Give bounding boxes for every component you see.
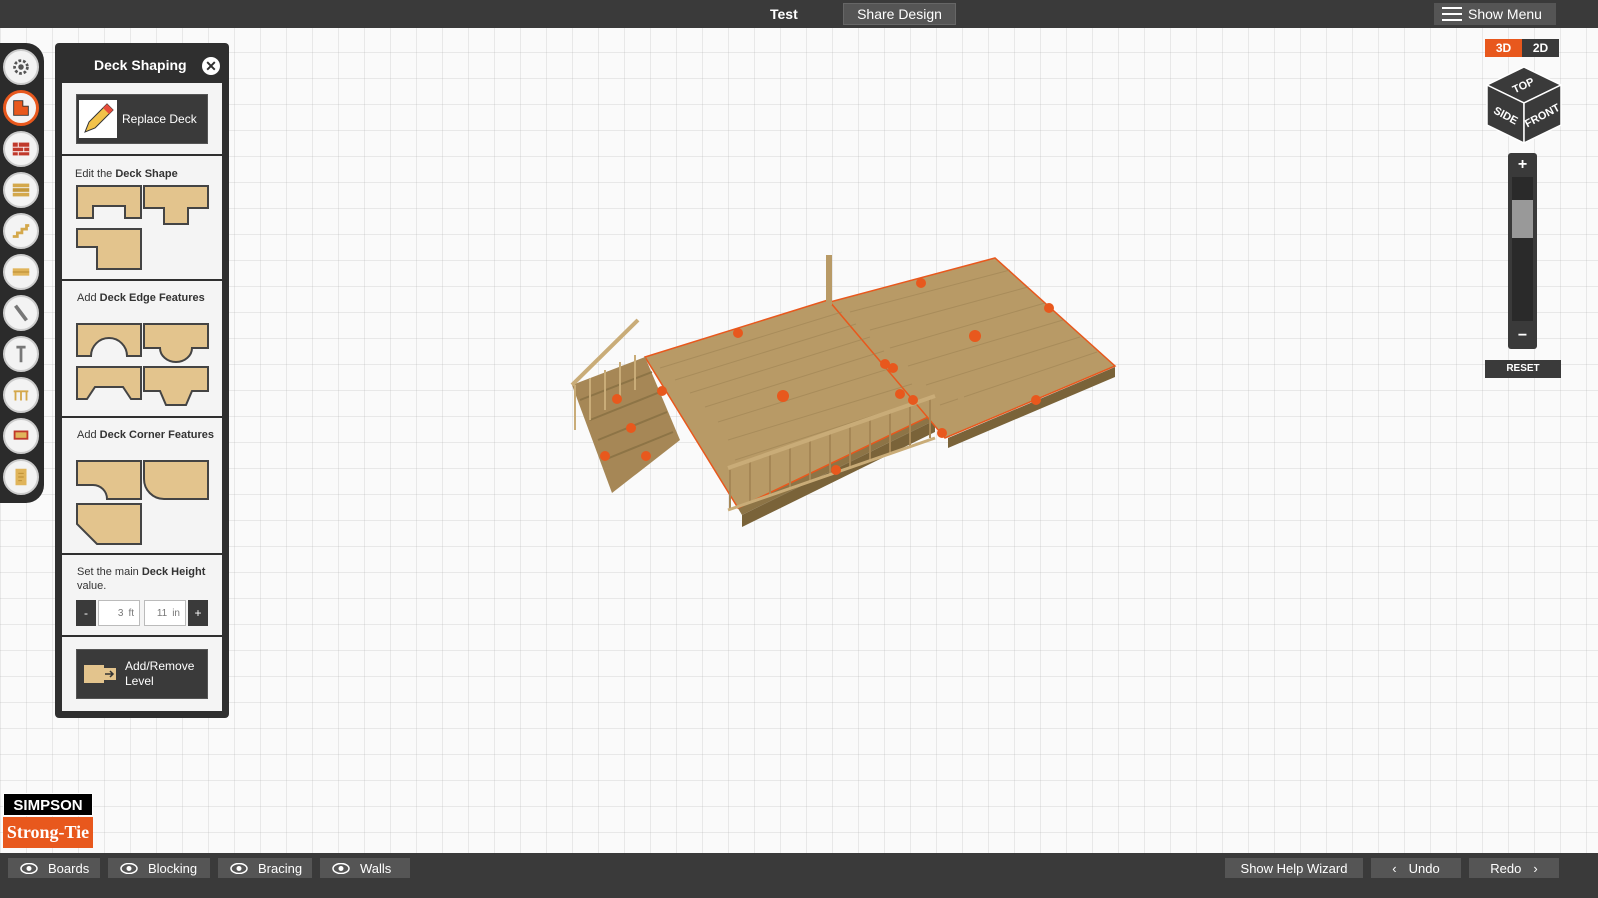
show-menu-button[interactable]: Show Menu [1434,3,1556,25]
stairs-icon [12,224,30,238]
height-inches-field[interactable]: 11 in [144,600,186,626]
eye-icon [230,862,248,874]
deck-shaping-panel: Deck Shaping ✕ Replace Deck Edit the Dec… [55,43,229,718]
zoom-control: + − [1508,153,1537,349]
foundation-tool[interactable] [3,131,39,167]
bench-icon [13,430,29,440]
top-bar: Test Share Design Show Menu [0,0,1598,28]
connector-icon [14,304,28,322]
height-feet-field[interactable]: 3 ft [98,600,140,626]
brand-logo-bottom: Strong-Tie [3,817,93,848]
redo-button[interactable]: Redo › [1469,858,1559,878]
redo-label: Redo [1490,860,1522,876]
view-2d-button[interactable]: 2D [1522,39,1559,57]
joists-tool[interactable] [3,172,39,208]
level-add-icon [84,665,116,683]
replace-deck-label: Replace Deck [122,112,197,126]
show-help-wizard-button[interactable]: Show Help Wizard [1225,858,1363,878]
project-title: Test [770,6,798,22]
replace-deck-section: Replace Deck [62,83,222,154]
zoom-in-button[interactable]: + [1508,154,1537,176]
deck-shape-tool[interactable] [3,90,39,126]
hamburger-icon [1442,7,1462,21]
height-increase-button[interactable]: + [188,600,208,626]
view-3d-button[interactable]: 3D [1485,39,1522,57]
toggle-walls-label: Walls [360,860,392,876]
toggle-bracing-label: Bracing [258,860,303,876]
brand-logo-top: SIMPSON [3,793,93,816]
edge-arc-in-option[interactable] [76,323,142,357]
edge-arc-out-option[interactable] [143,323,209,363]
edge-features-section: Add Deck Edge Features [62,281,222,416]
zoom-slider-track[interactable] [1512,177,1533,321]
fasteners-tool[interactable] [3,336,39,372]
view-cube[interactable]: TOP SIDE FRONT [1485,65,1563,145]
add-remove-level-button[interactable]: Add/Remove Level [76,649,208,699]
deck-shape-section: Edit the Deck Shape [62,156,222,279]
level-section: Add/Remove Level [62,637,222,711]
edge-angle-out-option[interactable] [143,366,209,406]
eye-icon [332,862,350,874]
fastener-icon [16,345,26,363]
deck-model[interactable] [570,255,1117,527]
railing-icon [13,390,29,401]
toggle-bracing-button[interactable]: Bracing [218,858,312,878]
toggle-walls-button[interactable]: Walls [320,858,410,878]
deck-height-heading: Set the main Deck Height value. [77,566,206,592]
shape-u-option[interactable] [76,185,142,219]
zoom-slider-handle[interactable] [1512,200,1533,238]
close-icon[interactable]: ✕ [202,57,220,75]
corner-bevel-option[interactable] [76,503,142,545]
show-menu-label: Show Menu [1468,6,1542,22]
height-decrease-button[interactable]: - [76,600,96,626]
replace-deck-button[interactable]: Replace Deck [76,94,208,144]
stairs-tool[interactable] [3,213,39,249]
settings-tool[interactable] [3,49,39,85]
deck-shape-heading: Edit the Deck Shape [75,168,178,180]
corner-features-section: Add Deck Corner Features [62,418,222,553]
eye-icon [20,862,38,874]
deck-3d-viewport[interactable] [0,28,1598,853]
shape-l-option[interactable] [76,228,142,270]
undo-button[interactable]: ‹ Undo [1371,858,1461,878]
decking-tool[interactable] [3,254,39,290]
lumber-icon [12,268,30,276]
shape-t-option[interactable] [143,185,209,225]
brick-icon [12,142,30,156]
add-remove-level-label: Add/Remove Level [125,659,195,688]
tool-rail [0,43,44,503]
accessories-tool[interactable] [3,418,39,454]
view-mode-toggle: 3D 2D [1485,39,1559,57]
undo-label: Undo [1408,860,1440,876]
toggle-blocking-label: Blocking [148,860,198,876]
toggle-blocking-button[interactable]: Blocking [108,858,210,878]
corner-features-heading: Add Deck Corner Features [77,429,214,441]
edge-features-heading: Add Deck Edge Features [77,292,205,304]
eye-icon [120,862,138,874]
corner-round-option[interactable] [143,460,209,500]
edge-angle-in-option[interactable] [76,366,142,400]
report-tool[interactable] [3,459,39,495]
corner-notch-option[interactable] [76,460,142,500]
chevron-right-icon: › [1533,860,1538,876]
toggle-boards-button[interactable]: Boards [8,858,100,878]
gear-icon [13,59,29,75]
reset-view-button[interactable]: RESET [1485,360,1561,378]
pencil-icon [79,100,117,138]
chevron-left-icon: ‹ [1392,860,1397,876]
toggle-boards-label: Boards [48,860,90,876]
connectors-tool[interactable] [3,295,39,331]
deck-shape-icon [13,100,29,116]
panel-title: Deck Shaping [94,57,187,73]
zoom-out-button[interactable]: − [1508,325,1537,347]
share-design-button[interactable]: Share Design [843,3,956,25]
report-icon [15,468,27,486]
boards-icon [12,183,30,197]
bottom-bar: Boards Blocking Bracing Walls Show Help … [0,853,1598,898]
railing-tool[interactable] [3,377,39,413]
